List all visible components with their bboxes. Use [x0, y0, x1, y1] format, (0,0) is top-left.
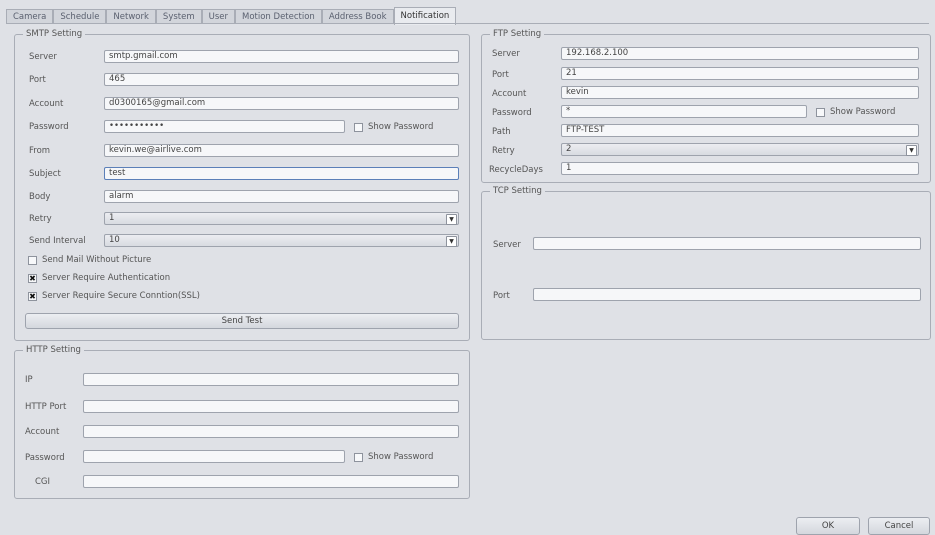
smtp-server-input[interactable]: smtp.gmail.com — [104, 50, 459, 63]
tab-user[interactable]: User — [201, 9, 235, 24]
http-show-password-label: Show Password — [368, 452, 434, 462]
http-account-input[interactable] — [83, 425, 459, 438]
smtp-body-label: Body — [29, 192, 51, 202]
smtp-subject-label: Subject — [29, 169, 61, 179]
ftp-path-label: Path — [492, 127, 511, 137]
tab-network[interactable]: Network — [106, 9, 156, 24]
server-auth-checkbox[interactable]: ✖ Server Require Authentication — [28, 272, 170, 284]
http-port-input[interactable] — [83, 400, 459, 413]
tcp-server-input[interactable] — [533, 237, 921, 250]
smtp-retry-value: 1 — [109, 213, 115, 223]
smtp-setting-legend: SMTP Setting — [26, 29, 83, 39]
smtp-show-password-label: Show Password — [368, 122, 434, 132]
ftp-show-password-label: Show Password — [830, 107, 896, 117]
tab-schedule[interactable]: Schedule — [53, 9, 107, 24]
ftp-server-input[interactable]: 192.168.2.100 — [561, 47, 919, 60]
ftp-retry-value: 2 — [566, 144, 572, 154]
http-ip-input[interactable] — [83, 373, 459, 386]
smtp-retry-label: Retry — [29, 214, 52, 224]
smtp-port-label: Port — [29, 75, 46, 85]
smtp-retry-select[interactable]: 1 ▼ — [104, 212, 459, 225]
http-setting-legend: HTTP Setting — [26, 345, 81, 355]
http-password-input[interactable] — [83, 450, 345, 463]
tcp-port-label: Port — [493, 291, 510, 301]
smtp-from-input[interactable]: kevin.we@airlive.com — [104, 144, 459, 157]
tab-motion-detection[interactable]: Motion Detection — [235, 9, 322, 24]
checkbox-box-checked: ✖ — [28, 291, 37, 301]
ftp-port-label: Port — [492, 70, 509, 80]
tab-content-border — [6, 23, 929, 24]
server-ssl-checkbox[interactable]: ✖ Server Require Secure Conntion(SSL) — [28, 290, 200, 302]
smtp-server-label: Server — [29, 52, 57, 62]
ftp-account-label: Account — [492, 89, 527, 99]
tcp-setting-legend: TCP Setting — [493, 186, 542, 196]
http-port-label: HTTP Port — [25, 402, 67, 412]
http-show-password-checkbox[interactable]: Show Password — [354, 451, 433, 463]
ftp-recycle-input[interactable]: 1 — [561, 162, 919, 175]
checkbox-box — [354, 452, 363, 462]
ftp-recycle-label: RecycleDays — [489, 165, 543, 175]
ftp-password-input[interactable]: * — [561, 105, 807, 118]
ftp-setting-legend: FTP Setting — [493, 29, 542, 39]
http-cgi-label: CGI — [35, 477, 51, 487]
http-password-label: Password — [25, 453, 65, 463]
chevron-down-icon: ▼ — [446, 236, 457, 247]
http-ip-label: IP — [25, 375, 33, 385]
send-without-picture-checkbox[interactable]: Send Mail Without Picture — [28, 254, 151, 266]
send-without-picture-label: Send Mail Without Picture — [42, 255, 152, 265]
ftp-port-input[interactable]: 21 — [561, 67, 919, 80]
checkbox-box — [816, 107, 825, 117]
ftp-retry-label: Retry — [492, 146, 515, 156]
tcp-setting-group: TCP Setting — [481, 186, 931, 340]
smtp-subject-input[interactable]: test — [104, 167, 459, 180]
checkbox-box — [28, 255, 37, 265]
tab-address-book[interactable]: Address Book — [321, 9, 394, 24]
chevron-down-icon: ▼ — [906, 145, 917, 156]
cancel-button[interactable]: Cancel — [868, 517, 930, 535]
checkbox-box-checked: ✖ — [28, 273, 37, 283]
smtp-interval-select[interactable]: 10 ▼ — [104, 234, 459, 247]
ftp-path-input[interactable]: FTP-TEST — [561, 124, 919, 137]
send-test-button[interactable]: Send Test — [25, 313, 459, 329]
ftp-account-input[interactable]: kevin — [561, 86, 919, 99]
smtp-body-input[interactable]: alarm — [104, 190, 459, 203]
smtp-interval-label: Send Interval — [29, 236, 86, 246]
checkbox-box — [354, 122, 363, 132]
http-cgi-input[interactable] — [83, 475, 459, 488]
ftp-show-password-checkbox[interactable]: Show Password — [816, 106, 895, 118]
tcp-port-input[interactable] — [533, 288, 921, 301]
tab-camera[interactable]: Camera — [6, 9, 54, 24]
smtp-account-input[interactable]: d0300165@gmail.com — [104, 97, 459, 110]
smtp-port-input[interactable]: 465 — [104, 73, 459, 86]
smtp-interval-value: 10 — [109, 235, 120, 245]
ok-button[interactable]: OK — [796, 517, 860, 535]
smtp-password-input[interactable]: ••••••••••• — [104, 120, 345, 133]
ftp-server-label: Server — [492, 49, 520, 59]
ftp-password-label: Password — [492, 108, 532, 118]
tab-system[interactable]: System — [155, 9, 202, 24]
tcp-server-label: Server — [493, 240, 521, 250]
ftp-retry-select[interactable]: 2 ▼ — [561, 143, 919, 156]
smtp-account-label: Account — [29, 99, 64, 109]
smtp-password-label: Password — [29, 122, 69, 132]
chevron-down-icon: ▼ — [446, 214, 457, 225]
smtp-show-password-checkbox[interactable]: Show Password — [354, 121, 433, 133]
http-account-label: Account — [25, 427, 60, 437]
server-ssl-label: Server Require Secure Conntion(SSL) — [42, 291, 200, 301]
server-auth-label: Server Require Authentication — [42, 273, 171, 283]
smtp-from-label: From — [29, 146, 51, 156]
tab-bar: Camera Schedule Network System User Moti… — [6, 7, 457, 25]
